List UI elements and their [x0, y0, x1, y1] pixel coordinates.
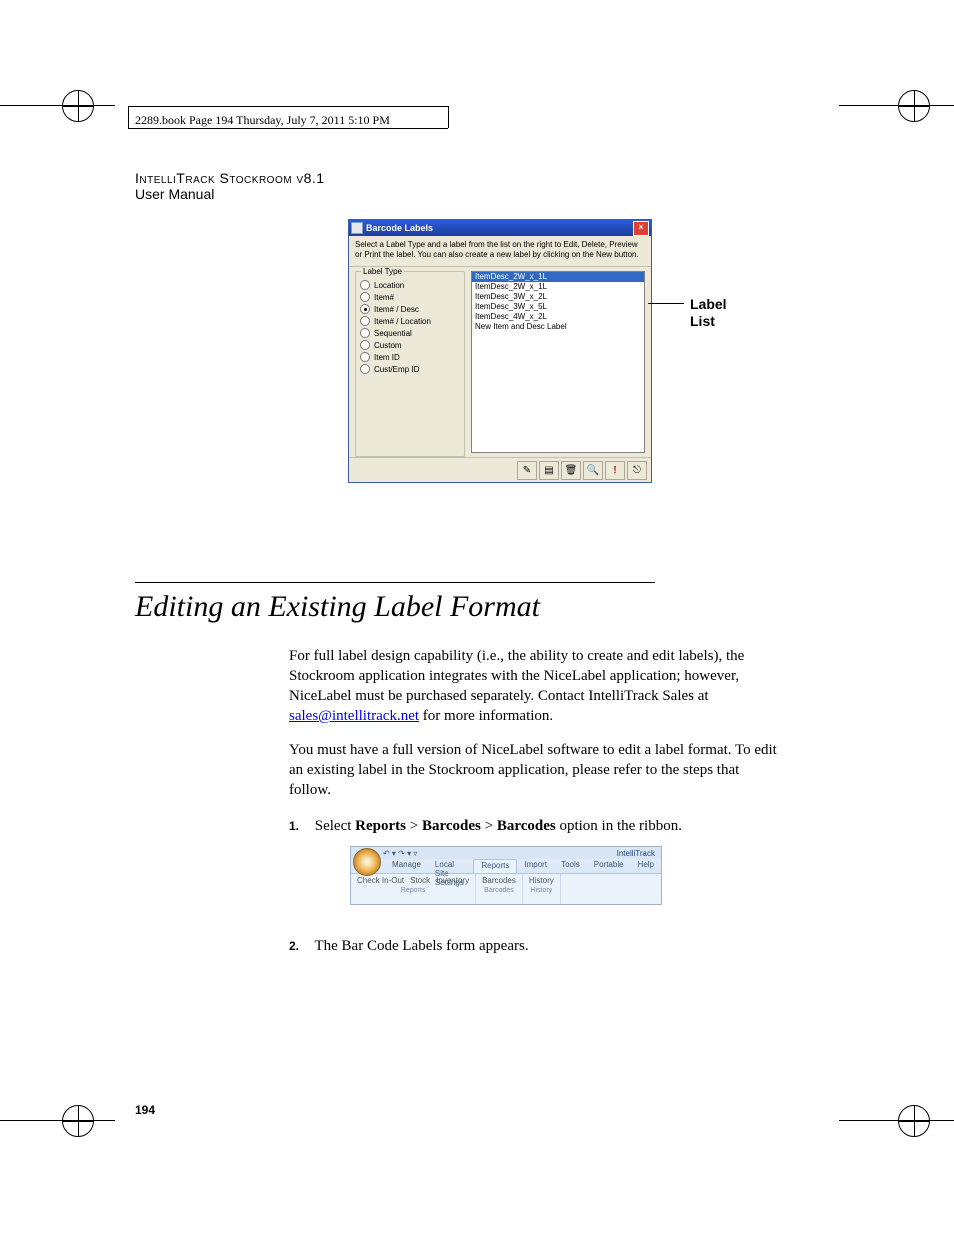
- ribbon-tab-local-site-settings[interactable]: Local Site Settings: [428, 859, 473, 873]
- label-type-group: Label Type LocationItem#Item# / DescItem…: [355, 271, 465, 457]
- list-item[interactable]: ItemDesc_3W_x_2L: [472, 292, 644, 302]
- radio-icon: [360, 280, 370, 290]
- sales-email-link[interactable]: sales@intellitrack.net: [289, 708, 419, 724]
- office-button-icon[interactable]: [353, 848, 381, 876]
- step-1: 1. Select Reports > Barcodes > Barcodes …: [289, 816, 779, 836]
- delete-button[interactable]: 🗑: [561, 461, 581, 480]
- ribbon-group-barcodes: Barcodes Barcodes: [476, 874, 523, 904]
- radio-icon: [360, 292, 370, 302]
- ribbon-group-label: Barcodes: [482, 887, 516, 894]
- ribbon-button-stock[interactable]: Stock: [410, 876, 430, 885]
- list-item[interactable]: ItemDesc_2W_x_1L: [472, 282, 644, 292]
- radio-label: Cust/Emp ID: [374, 365, 419, 374]
- section-rule: [135, 582, 655, 583]
- radio-icon: [360, 340, 370, 350]
- header-rule: [128, 106, 129, 128]
- ribbon-group-label: Reports: [357, 887, 469, 894]
- label-list[interactable]: ItemDesc_2W_x_1LItemDesc_2W_x_1LItemDesc…: [471, 271, 645, 453]
- radio-label: Item# / Desc: [374, 305, 419, 314]
- radio-icon: [360, 328, 370, 338]
- radio-location[interactable]: Location: [360, 280, 460, 290]
- radio-cust-emp-id[interactable]: Cust/Emp ID: [360, 364, 460, 374]
- step-number: 2.: [289, 936, 311, 956]
- radio-label: Item#: [374, 293, 394, 302]
- radio-label: Custom: [374, 341, 402, 350]
- radio-icon: [360, 316, 370, 326]
- window-icon: [351, 222, 363, 234]
- crop-mark: [0, 1120, 115, 1121]
- ribbon-button-check-in-out[interactable]: Check In-Out: [357, 876, 404, 885]
- exit-button[interactable]: ⎋: [627, 461, 647, 480]
- registration-mark: [898, 1105, 930, 1137]
- step-2: 2. The Bar Code Labels form appears.: [289, 936, 779, 956]
- ribbon-button-inventory[interactable]: Inventory: [436, 876, 469, 885]
- group-legend: Label Type: [361, 267, 404, 276]
- product-title: IntelliTrack Stockroom v8.1: [135, 170, 325, 186]
- quick-access-toolbar: ↶ ▾ ↷ ▾ ▿: [383, 849, 417, 858]
- radio-icon: [360, 352, 370, 362]
- dialog-toolbar: ✎ ▤ 🗑 🔍 ! ⎋: [349, 457, 651, 482]
- section-heading: Editing an Existing Label Format: [135, 590, 540, 624]
- dialog-instruction: Select a Label Type and a label from the…: [349, 236, 651, 267]
- list-item[interactable]: ItemDesc_4W_x_2L: [472, 312, 644, 322]
- radio-label: Location: [374, 281, 404, 290]
- product-subtitle: User Manual: [135, 186, 325, 202]
- step-number: 1.: [289, 816, 311, 836]
- ribbon-screenshot: ↶ ▾ ↷ ▾ ▿ IntelliTrack ManageLocal Site …: [350, 846, 662, 905]
- close-icon[interactable]: ×: [633, 221, 649, 236]
- list-item[interactable]: ItemDesc_3W_x_5L: [472, 302, 644, 312]
- ribbon-group-history: History History: [523, 874, 561, 904]
- radio-item-[interactable]: Item#: [360, 292, 460, 302]
- ribbon-tab-reports[interactable]: Reports: [473, 859, 517, 873]
- ribbon-tab-help[interactable]: Help: [631, 859, 661, 873]
- list-item[interactable]: ItemDesc_2W_x_1L: [472, 272, 644, 282]
- ribbon-tab-portable[interactable]: Portable: [587, 859, 631, 873]
- dialog-title: Barcode Labels: [366, 223, 433, 233]
- ribbon-group-label: History: [529, 887, 554, 894]
- callout-label-list: Label List: [690, 296, 727, 330]
- radio-icon: [360, 364, 370, 374]
- crop-mark: [839, 1120, 954, 1121]
- ribbon-tabs: ManageLocal Site SettingsReportsImportTo…: [351, 859, 661, 874]
- radio-item-location[interactable]: Item# / Location: [360, 316, 460, 326]
- header-rule: [128, 128, 448, 129]
- radio-label: Item ID: [374, 353, 400, 362]
- ribbon-button-history[interactable]: History: [529, 876, 554, 885]
- ribbon-body: Check In-Out Stock Inventory Reports Barcode…: [351, 874, 661, 904]
- registration-mark: [62, 90, 94, 122]
- registration-mark: [62, 1105, 94, 1137]
- header-rule: [128, 106, 448, 107]
- callout-line: [648, 303, 684, 304]
- list-item[interactable]: New Item and Desc Label: [472, 322, 644, 332]
- radio-item-id[interactable]: Item ID: [360, 352, 460, 362]
- page-number: 194: [135, 1103, 155, 1117]
- radio-label: Item# / Location: [374, 317, 431, 326]
- paragraph-1: For full label design capability (i.e., …: [289, 646, 779, 726]
- radio-icon: [360, 304, 370, 314]
- dialog-titlebar: Barcode Labels ×: [349, 220, 651, 236]
- radio-sequential[interactable]: Sequential: [360, 328, 460, 338]
- crop-mark: [0, 105, 115, 106]
- product-header: IntelliTrack Stockroom v8.1 User Manual: [135, 170, 325, 202]
- radio-custom[interactable]: Custom: [360, 340, 460, 350]
- book-header-line: 2289.book Page 194 Thursday, July 7, 201…: [135, 113, 390, 128]
- header-rule: [448, 106, 449, 128]
- ribbon-tab-import[interactable]: Import: [517, 859, 554, 873]
- ribbon-group-reports: Check In-Out Stock Inventory Reports: [351, 874, 476, 904]
- new-button[interactable]: ✎: [517, 461, 537, 480]
- ribbon-button-barcodes[interactable]: Barcodes: [482, 876, 516, 885]
- paragraph-2: You must have a full version of NiceLabe…: [289, 740, 779, 800]
- barcode-labels-dialog: Barcode Labels × Select a Label Type and…: [348, 219, 652, 483]
- alert-button[interactable]: !: [605, 461, 625, 480]
- registration-mark: [898, 90, 930, 122]
- radio-label: Sequential: [374, 329, 412, 338]
- edit-button[interactable]: ▤: [539, 461, 559, 480]
- ribbon-tab-tools[interactable]: Tools: [554, 859, 587, 873]
- ribbon-tab-manage[interactable]: Manage: [385, 859, 428, 873]
- preview-button[interactable]: 🔍: [583, 461, 603, 480]
- radio-item-desc[interactable]: Item# / Desc: [360, 304, 460, 314]
- crop-mark: [839, 105, 954, 106]
